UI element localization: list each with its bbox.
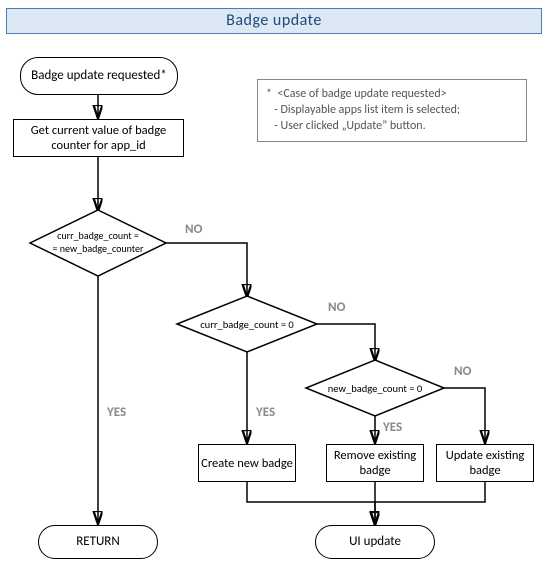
- decision-3: new_badge_count = 0: [306, 360, 444, 416]
- node-create: Create new badge: [198, 444, 296, 482]
- decision-2: curr_badge_count = 0: [177, 296, 317, 352]
- note-line1: - Displayable apps list item is selected…: [266, 102, 518, 118]
- page-title: Badge update: [6, 8, 542, 34]
- decision-3-label: new_badge_count = 0: [328, 382, 423, 395]
- edge-d2-no: NO: [328, 300, 345, 315]
- decision-1-l2: = new_badge_counter: [53, 242, 144, 255]
- decision-1: curr_badge_count = = new_badge_counter: [30, 210, 166, 276]
- node-ui-update-label: UI update: [349, 534, 401, 550]
- edge-d1-no: NO: [185, 222, 202, 237]
- decision-1-l1: curr_badge_count =: [57, 229, 139, 242]
- node-remove-label: Remove existing badge: [329, 448, 421, 478]
- node-remove: Remove existing badge: [326, 444, 424, 482]
- node-start: Badge update requested*: [20, 57, 178, 95]
- note-box: * <Case of badge update requested> - Dis…: [257, 79, 527, 142]
- node-return: RETURN: [38, 525, 158, 559]
- node-get-value: Get current value of badge counter for a…: [13, 119, 184, 157]
- node-start-label: Badge update requested*: [31, 68, 167, 84]
- node-get-value-label: Get current value of badge counter for a…: [16, 123, 181, 153]
- edge-d2-yes: YES: [256, 405, 275, 420]
- node-update-label: Update existing badge: [439, 448, 531, 478]
- edge-d3-yes: YES: [383, 420, 402, 435]
- node-return-label: RETURN: [76, 534, 120, 550]
- edge-d1-yes: YES: [107, 405, 126, 420]
- edge-d3-no: NO: [454, 364, 471, 379]
- note-line2: - User clicked „Update” button.: [266, 118, 518, 134]
- node-ui-update: UI update: [315, 525, 435, 559]
- decision-2-label: curr_badge_count = 0: [200, 318, 294, 331]
- note-heading: * <Case of badge update requested>: [266, 86, 518, 102]
- node-create-label: Create new badge: [201, 456, 293, 471]
- node-update: Update existing badge: [436, 444, 534, 482]
